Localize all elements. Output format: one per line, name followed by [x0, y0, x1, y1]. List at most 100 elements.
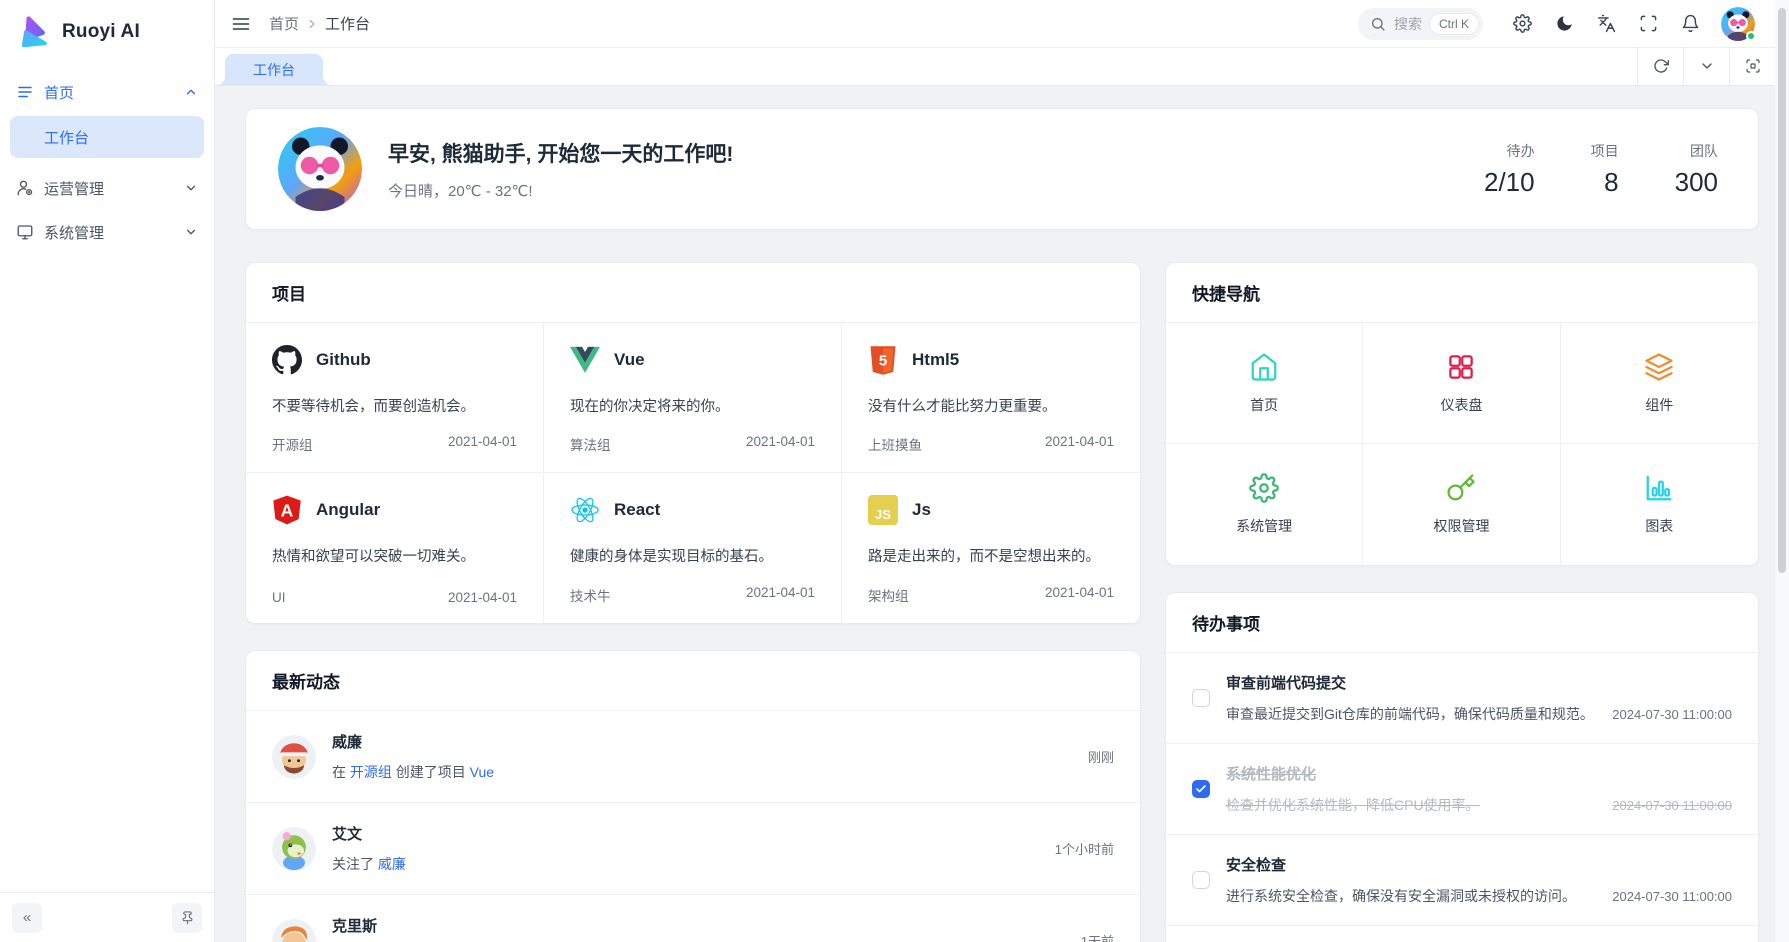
- news-text: 关注了: [332, 856, 378, 872]
- quicknav-item-dashboard[interactable]: 仪表盘: [1363, 323, 1560, 444]
- project-name: Vue: [614, 350, 645, 370]
- content-columns: 项目 Github 不要等待机会，而要创造机会。: [245, 262, 1759, 942]
- todo-item-title: 安全检查: [1226, 854, 1732, 875]
- todo-item: 更新项目依赖: [1166, 925, 1758, 942]
- quicknav-label: 首页: [1250, 395, 1278, 415]
- project-group: 架构组: [868, 585, 909, 605]
- maximize-content-button[interactable]: [1729, 47, 1775, 85]
- project-card-react[interactable]: React 健康的身体是实现目标的基石。 技术牛 2021-04-01: [544, 473, 842, 623]
- project-group: 开源组: [272, 434, 313, 454]
- search-icon: [1370, 16, 1386, 32]
- project-desc: 热情和欲望可以突破一切难关。: [272, 545, 517, 566]
- topbar: 首页 工作台 搜索 Ctrl K: [215, 0, 1775, 48]
- language-button[interactable]: [1589, 7, 1623, 41]
- project-card-github[interactable]: Github 不要等待机会，而要创造机会。 开源组 2021-04-01: [246, 323, 544, 473]
- welcome-title: 早安, 熊猫助手, 开始您一天的工作吧!: [388, 138, 733, 168]
- sidebar-item-label: 运营管理: [44, 178, 174, 199]
- stat-projects: 项目 8: [1591, 141, 1619, 198]
- sidebar-item-label: 系统管理: [44, 222, 174, 243]
- projects-grid: Github 不要等待机会，而要创造机会。 开源组 2021-04-01: [246, 323, 1140, 623]
- project-card-html5[interactable]: 5 Html5 没有什么才能比努力更重要。 上班摸鱼 2021-04-01: [842, 323, 1140, 473]
- refresh-tab-button[interactable]: [1637, 47, 1683, 85]
- quicknav-item-charts[interactable]: 图表: [1561, 444, 1758, 565]
- dark-mode-button[interactable]: [1547, 7, 1581, 41]
- sidebar: Ruoyi AI 首页 工作台 运营管理: [0, 0, 215, 942]
- layers-icon: [1644, 352, 1674, 382]
- quicknav-card: 快捷导航 首页: [1165, 262, 1759, 566]
- project-card-angular[interactable]: A Angular 热情和欲望可以突破一切难关。 UI 2021-04-01: [246, 473, 544, 623]
- js-icon: JS: [868, 495, 898, 525]
- quicknav-item-components[interactable]: 组件: [1561, 323, 1758, 444]
- quicknav-item-system[interactable]: 系统管理: [1166, 444, 1363, 565]
- avatar: [272, 827, 316, 871]
- monitor-icon: [16, 223, 34, 241]
- news-item: 克里斯 发布了 个人动态 1天前: [246, 894, 1140, 942]
- todo-checkbox-checked[interactable]: [1192, 780, 1210, 798]
- tab-options-button[interactable]: [1683, 47, 1729, 85]
- project-date: 2021-04-01: [448, 434, 517, 454]
- bar-chart-icon: [1644, 473, 1674, 503]
- stat-value: 2/10: [1484, 167, 1535, 198]
- sidebar-item-system[interactable]: 系统管理: [0, 210, 214, 254]
- sidebar-toggle-button[interactable]: [231, 14, 251, 34]
- project-desc: 现在的你决定将来的你。: [570, 395, 815, 416]
- sidebar-item-label: 工作台: [44, 127, 89, 148]
- todo-checkbox[interactable]: [1192, 689, 1210, 707]
- moon-icon: [1555, 14, 1574, 33]
- project-card-vue[interactable]: Vue 现在的你决定将来的你。 算法组 2021-04-01: [544, 323, 842, 473]
- chevron-down-icon: [184, 181, 198, 195]
- news-link[interactable]: 威廉: [378, 856, 406, 872]
- quicknav-item-permissions[interactable]: 权限管理: [1363, 444, 1560, 565]
- quicknav-label: 图表: [1645, 516, 1673, 536]
- sidebar-item-home[interactable]: 首页: [0, 70, 214, 114]
- project-name: React: [614, 500, 660, 520]
- news-text: 在: [332, 764, 350, 780]
- settings-button[interactable]: [1505, 7, 1539, 41]
- todo-item-time: 2024-07-30 11:00:00: [1612, 889, 1732, 904]
- todo-item: 系统性能优化 检查并优化系统性能，降低CPU使用率。 2024-07-30 11…: [1166, 743, 1758, 834]
- logo-text: Ruoyi AI: [62, 21, 140, 43]
- sidebar-collapse-button[interactable]: «: [12, 903, 42, 933]
- quicknav-item-home[interactable]: 首页: [1166, 323, 1363, 444]
- fullscreen-icon: [1639, 14, 1658, 33]
- sidebar-footer: «: [0, 892, 214, 942]
- search-shortcut-badge: Ctrl K: [1430, 14, 1478, 34]
- news-action: 在 开源组 创建了项目 Vue: [332, 762, 494, 782]
- avatar: [272, 919, 316, 942]
- menu-lines-icon: [16, 83, 34, 101]
- project-name: Html5: [912, 350, 959, 370]
- avatar: [278, 127, 362, 211]
- tab-workbench[interactable]: 工作台: [225, 54, 323, 85]
- app-logo[interactable]: Ruoyi AI: [0, 0, 214, 64]
- svg-text:A: A: [281, 500, 294, 520]
- stat-label: 项目: [1591, 141, 1619, 161]
- page-scrollbar[interactable]: [1775, 0, 1789, 942]
- todo-item-desc: 进行系统安全检查，确保没有安全漏洞或未授权的访问。: [1226, 886, 1600, 906]
- quicknav-title: 快捷导航: [1166, 263, 1758, 323]
- maximize-icon: [1745, 58, 1761, 74]
- quicknav-grid: 首页 仪表盘: [1166, 323, 1758, 565]
- search-input[interactable]: 搜索 Ctrl K: [1358, 8, 1483, 40]
- scrollbar-thumb[interactable]: [1778, 8, 1786, 573]
- welcome-stats: 待办 2/10 项目 8 团队 300: [1484, 141, 1718, 198]
- todo-checkbox[interactable]: [1192, 871, 1210, 889]
- sidebar-item-operations[interactable]: 运营管理: [0, 166, 214, 210]
- vue-icon: [570, 345, 600, 375]
- tabbar: 工作台: [215, 48, 1775, 86]
- news-user-name: 艾文: [332, 823, 406, 844]
- fullscreen-button[interactable]: [1631, 7, 1665, 41]
- dashboard-icon: [1446, 352, 1476, 382]
- news-link[interactable]: Vue: [470, 764, 494, 780]
- project-card-js[interactable]: JS Js 路是走出来的，而不是空想出来的。 架构组 2021-04-01: [842, 473, 1140, 623]
- home-icon: [1249, 352, 1279, 382]
- sidebar-pin-button[interactable]: [172, 903, 202, 933]
- stat-todo: 待办 2/10: [1484, 141, 1535, 198]
- notifications-button[interactable]: [1673, 7, 1707, 41]
- user-avatar-button[interactable]: [1721, 7, 1755, 41]
- translate-icon: [1597, 14, 1616, 33]
- news-link[interactable]: 开源组: [350, 764, 392, 780]
- stat-label: 待办: [1507, 141, 1535, 161]
- breadcrumb-home[interactable]: 首页: [269, 13, 299, 34]
- sidebar-item-workbench[interactable]: 工作台: [10, 116, 204, 158]
- todo-item-desc: 审查最近提交到Git仓库的前端代码，确保代码质量和规范。: [1226, 704, 1600, 724]
